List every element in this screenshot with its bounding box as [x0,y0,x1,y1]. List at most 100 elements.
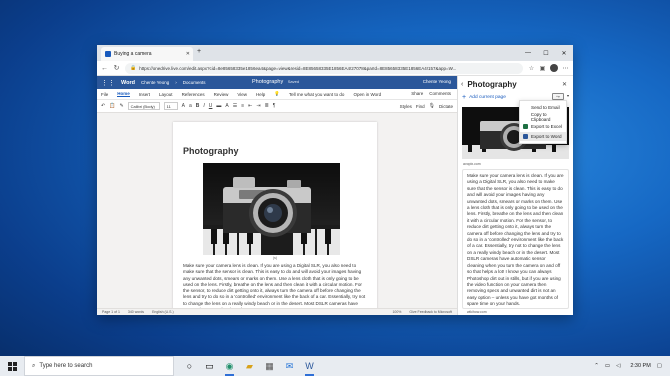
user-name[interactable]: Chente Yeong [423,79,451,84]
back-arrow-icon[interactable]: ‹ [461,81,463,88]
menu-home[interactable]: Home [117,91,130,97]
paste-icon[interactable]: 📋 [109,103,115,109]
share-chevron-icon[interactable]: ▾ [567,93,569,98]
plus-icon: + [462,94,467,101]
menu-layout[interactable]: Layout [159,92,173,97]
share-dropdown-menu: Send to Email Copy to Clipboard Export t… [519,100,567,144]
lock-icon: 🔒 [130,65,137,71]
menu-view[interactable]: View [237,92,247,97]
status-zoom[interactable]: 100% [392,310,401,314]
widgets-icon[interactable]: ▭ [204,361,215,372]
task-view-icon[interactable]: ○ [184,361,195,372]
volume-icon[interactable]: ◁ [616,363,620,369]
paragraph-icon[interactable]: ¶ [273,103,276,109]
status-feedback[interactable]: Give Feedback to Microsoft [409,310,452,314]
grow-font-icon[interactable]: A [182,103,185,109]
clock[interactable]: 2:30 PM [630,363,650,369]
camera-image[interactable] [203,163,340,255]
underline-icon[interactable]: U [209,103,213,109]
status-words: 340 words [127,310,145,314]
indent-icon[interactable]: ⇥ [256,103,260,109]
shrink-font-icon[interactable]: a [189,103,192,109]
page-heading: Photography [183,146,239,156]
doc-title[interactable]: Photography Saved [252,79,299,85]
undo-icon[interactable]: ↶ [101,103,105,109]
status-page: Page 1 of 1 [102,310,120,314]
bold-icon[interactable]: B [196,103,200,109]
format-painter-icon[interactable]: ✎ [119,103,123,109]
align-icon[interactable]: ≣ [265,103,269,109]
word-taskbar-icon[interactable]: W [304,361,315,376]
breadcrumb-folder[interactable]: Documents [183,80,206,85]
favorite-star-icon[interactable]: ☆ [528,65,535,72]
export-to-excel-item[interactable]: Export to Excel [520,122,566,132]
font-size-select[interactable]: 11 [163,102,178,110]
start-button[interactable] [0,356,24,376]
collections-header: ‹ Photography ✕ [458,76,573,92]
edge-icon[interactable]: ◉ [224,361,235,376]
tell-me-search[interactable]: Tell me what you want to do [289,92,345,97]
collections-icon[interactable]: ▣ [539,65,546,72]
menu-references[interactable]: References [182,92,205,97]
url-text: https://onedrive.live.com/edit.aspx?cid=… [139,65,457,71]
refresh-icon[interactable]: ↻ [113,64,120,72]
menu-review[interactable]: Review [214,92,229,97]
close-tab-icon[interactable]: ✕ [186,51,190,57]
dictate-button[interactable]: Dictate [439,104,453,109]
maximize-icon[interactable]: ☐ [537,45,555,61]
word-brand: Word [121,79,135,86]
find-button[interactable]: Find [416,104,425,109]
app-launcher-icon[interactable]: ⋮⋮ [101,79,115,87]
share-collection-icon[interactable]: ↪ [552,93,564,100]
taskbar-search[interactable]: ⌕ Type here to search [24,356,174,376]
mail-icon[interactable]: ✉ [284,361,295,372]
share-button[interactable]: Share [411,91,423,96]
image-caption: (s) [272,256,278,260]
tray-chevron-icon[interactable]: ⌃ [594,363,599,369]
copy-to-clipboard-item[interactable]: Copy to Clipboard [520,112,566,122]
note-source[interactable]: wikihow.com [467,310,564,314]
back-icon[interactable]: ← [101,65,108,72]
font-size-value: 11 [166,103,171,109]
menu-help[interactable]: Help [256,92,265,97]
menu-file[interactable]: File [101,92,108,97]
send-to-email-item[interactable]: Send to Email [520,103,566,113]
system-tray: ⌃ ▭ ◁ 2:30 PM ▢ [594,363,670,369]
card-source[interactable]: avopix.com [463,162,481,166]
font-color-icon[interactable]: A [225,103,228,109]
close-pane-icon[interactable]: ✕ [562,81,567,88]
export-to-word-item[interactable]: Export to Word [520,131,566,141]
browser-content: ⋮⋮ Word Chente Yeong › Documents Photogr… [97,76,573,315]
breadcrumb-user[interactable]: Chente Yeong [141,80,169,85]
browser-tab[interactable]: Buying a camera ✕ [101,47,193,61]
microphone-icon: 🎙 [428,103,435,109]
status-language[interactable]: English (U.S.) [152,310,174,314]
network-icon[interactable]: ▭ [605,363,610,369]
notification-icon[interactable]: ▢ [657,363,662,369]
minimize-icon[interactable]: — [519,45,537,61]
page-body-text[interactable]: Make sure your camera lens is clean. If … [183,263,367,313]
open-in-word-link[interactable]: Open in Word [353,92,381,97]
new-tab-icon[interactable]: + [197,48,201,55]
italic-icon[interactable]: I [203,103,204,109]
more-icon[interactable]: ⋯ [562,65,569,72]
collection-title[interactable]: Photography [467,80,516,89]
tab-bar: Buying a camera ✕ + — ☐ ✕ [97,45,573,61]
styles-button[interactable]: Styles [400,104,412,109]
taskbar: ⌕ Type here to search ○ ▭ ◉ ▰ ▦ ✉ W ⌃ ▭ … [0,356,670,376]
close-window-icon[interactable]: ✕ [555,45,573,61]
document-page[interactable]: Photography (s) Make sure your camera le… [173,122,377,315]
store-icon[interactable]: ▦ [264,361,275,372]
comments-button[interactable]: Comments [429,91,451,96]
numbering-icon[interactable]: ≡ [241,103,244,109]
file-explorer-icon[interactable]: ▰ [244,361,255,372]
profile-avatar[interactable] [550,64,558,72]
collection-card-note[interactable]: Make sure your camera lens is clean. If … [462,169,569,314]
highlight-icon[interactable]: ▬ [216,103,221,109]
menu-insert[interactable]: Insert [139,92,150,97]
font-name-select[interactable]: Calibri (Body) [127,102,160,110]
document-canvas[interactable]: Photography (s) Make sure your camera le… [97,114,457,315]
outdent-icon[interactable]: ⇤ [248,103,252,109]
url-field[interactable]: 🔒 https://onedrive.live.com/edit.aspx?ci… [125,62,523,74]
bullets-icon[interactable]: ☰ [233,103,237,109]
